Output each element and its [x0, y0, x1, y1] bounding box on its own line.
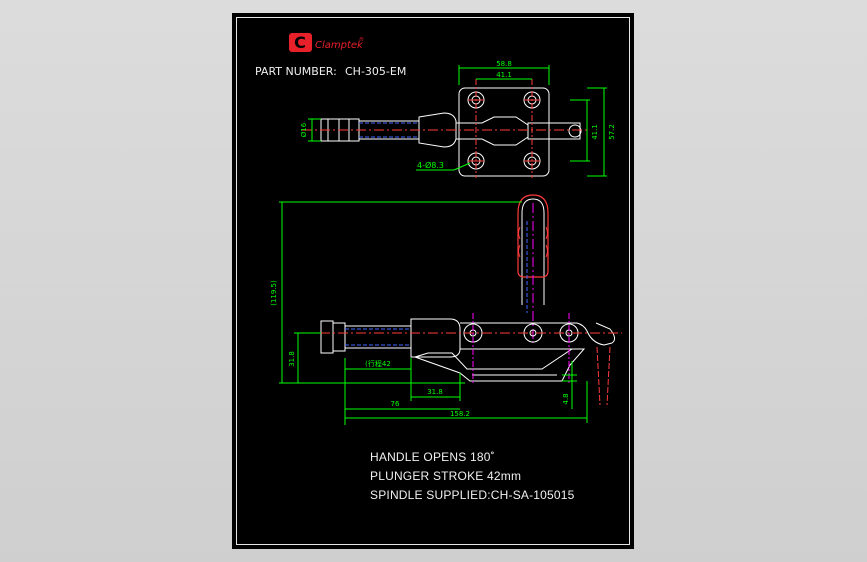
part-number-value: CH-305-EM [345, 65, 406, 78]
dim-plunger-dia: Ø16 [300, 122, 308, 137]
part-number-label: PART NUMBER: [255, 65, 337, 78]
dim-stroke: (行程42 [365, 359, 391, 368]
dim-height-outer: 57.2 [608, 124, 616, 140]
drawing-sheet: C Clamptek ® PART NUMBER: CH-305-EM 58.8… [232, 13, 634, 549]
side-base [413, 348, 586, 382]
logo-text: Clamptek [315, 40, 364, 51]
dim-total-length: 158.2 [450, 410, 470, 418]
note-handle: HANDLE OPENS 180˚ [370, 450, 495, 464]
dim-total-height: (119.5) [270, 280, 278, 306]
dim-offset: 31.8 [427, 388, 443, 396]
dim-top-outer: 58.8 [496, 60, 512, 68]
logo-registered-mark: ® [359, 36, 364, 43]
side-view: (119.5) 31.8 (行程42 31.8 76 4.8 158.2 [270, 194, 622, 425]
handle-link [576, 322, 616, 346]
logo: C Clamptek ® [289, 33, 364, 52]
note-spindle: SPINDLE SUPPLIED:CH-SA-105015 [370, 488, 575, 502]
linkage [456, 116, 529, 146]
dim-length-76: 76 [391, 400, 400, 408]
dim-holes: 4-Ø8.3 [417, 160, 444, 170]
logo-mark: C [294, 33, 306, 52]
dim-top-inner: 41.1 [496, 71, 512, 79]
note-stroke: PLUNGER STROKE 42mm [370, 469, 522, 483]
dim-height-inner: 41.1 [591, 124, 599, 140]
dim-base-height: 31.8 [288, 351, 296, 367]
plunger-housing-side [410, 318, 461, 358]
plunger-nut-side [320, 320, 334, 354]
dim-base-thickness: 4.8 [562, 393, 570, 404]
